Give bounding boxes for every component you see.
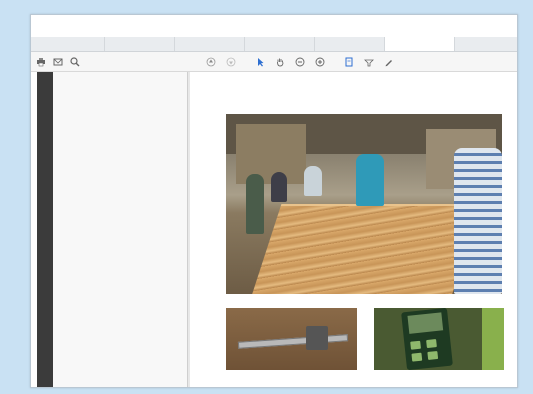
warehouse-lumber-photo bbox=[226, 114, 502, 294]
zoom-out-icon[interactable] bbox=[294, 57, 305, 68]
moisture-meter-photo bbox=[374, 308, 504, 370]
tab[interactable] bbox=[105, 37, 175, 51]
previous-page bbox=[53, 72, 188, 387]
window-title bbox=[31, 15, 517, 27]
cursor-icon[interactable] bbox=[254, 57, 265, 68]
menu-bar bbox=[31, 27, 517, 37]
person-figure bbox=[356, 154, 384, 206]
tab-active[interactable] bbox=[385, 37, 455, 51]
search-icon[interactable] bbox=[69, 56, 80, 67]
person-striped-shirt bbox=[454, 148, 502, 294]
print-icon[interactable] bbox=[35, 56, 46, 67]
person-figure bbox=[304, 166, 322, 196]
tab[interactable] bbox=[35, 37, 105, 51]
page-separator bbox=[188, 72, 190, 387]
person-figure bbox=[246, 174, 264, 234]
lumber-stack bbox=[250, 204, 482, 294]
email-icon[interactable] bbox=[52, 56, 63, 67]
person-figure bbox=[271, 172, 287, 202]
markup-icon[interactable] bbox=[363, 57, 374, 68]
tab[interactable] bbox=[245, 37, 315, 51]
pdf-viewer-window bbox=[30, 14, 518, 388]
hand-icon[interactable] bbox=[274, 57, 285, 68]
tab[interactable] bbox=[175, 37, 245, 51]
caliper-photo bbox=[226, 308, 357, 370]
meter-button bbox=[410, 340, 421, 350]
toolbar-navigation bbox=[205, 52, 394, 72]
warehouse-shelf bbox=[236, 124, 306, 184]
pen-icon[interactable] bbox=[383, 57, 394, 68]
arrow-down-icon[interactable] bbox=[225, 57, 236, 68]
meter-edge bbox=[482, 308, 504, 370]
document-area[interactable] bbox=[31, 72, 517, 387]
meter-body bbox=[401, 308, 453, 370]
arrow-up-icon[interactable] bbox=[205, 57, 216, 68]
tab-bar bbox=[31, 37, 517, 52]
caliper-head bbox=[306, 326, 328, 350]
meter-screen bbox=[407, 312, 444, 334]
meter-button bbox=[411, 352, 423, 362]
tab[interactable] bbox=[315, 37, 385, 51]
caliper-bar bbox=[237, 334, 349, 349]
fit-page-icon[interactable] bbox=[343, 57, 354, 68]
meter-button bbox=[427, 350, 439, 360]
navigation-rail bbox=[37, 72, 53, 387]
toolbar bbox=[31, 52, 517, 72]
meter-button bbox=[426, 339, 437, 349]
zoom-in-icon[interactable] bbox=[314, 57, 325, 68]
